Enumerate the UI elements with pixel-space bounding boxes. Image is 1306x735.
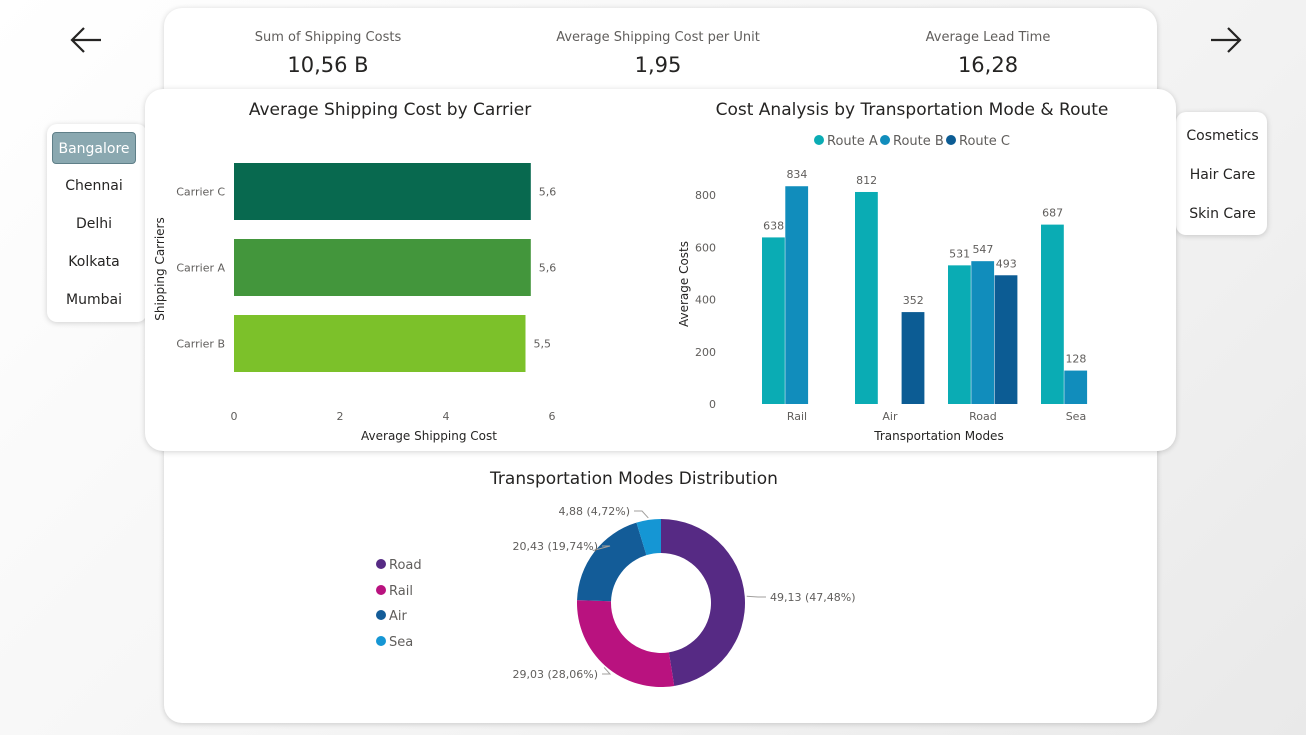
legend-label: Road: [389, 558, 422, 573]
data-label: 128: [1065, 353, 1086, 366]
bar: [971, 261, 995, 404]
data-label: 493: [996, 257, 1017, 270]
slicer-item-bangalore[interactable]: Bangalore: [52, 132, 136, 164]
x-tick-label: 0: [231, 410, 238, 423]
route-bar-chart: Cost Analysis by Transportation Mode & R…: [677, 100, 1109, 443]
data-label: 834: [786, 168, 807, 181]
data-label: 5,5: [534, 338, 552, 351]
x-tick-label: Air: [882, 410, 898, 423]
y-tick-label: 600: [695, 241, 716, 254]
bar: [948, 265, 971, 404]
slicer-item-mumbai[interactable]: Mumbai: [52, 284, 136, 316]
y-tick-label: Carrier A: [176, 262, 225, 275]
location-slicer: Bangalore Chennai Delhi Kolkata Mumbai: [47, 124, 147, 322]
x-tick-label: Road: [969, 410, 997, 423]
bar: [1064, 370, 1088, 404]
transport-donut-chart: Transportation Modes Distribution 49,13 …: [376, 469, 856, 687]
data-label: 352: [903, 294, 924, 307]
legend-marker: [376, 585, 386, 595]
leader-line: [634, 510, 649, 519]
kpi-lead-time: Average Lead Time 16,28: [888, 16, 1088, 77]
donut-slice: [577, 522, 647, 602]
y-axis-label: Shipping Carriers: [153, 217, 167, 320]
back-button[interactable]: [69, 22, 105, 58]
kpi-value: 1,95: [634, 53, 682, 77]
bar: [1041, 224, 1064, 404]
leader-line: [746, 595, 766, 598]
x-tick-label: Rail: [787, 410, 807, 423]
legend-label: Rail: [389, 584, 413, 599]
slicer-item-skin-care[interactable]: Skin Care: [1176, 206, 1269, 222]
chart-title: Transportation Modes Distribution: [489, 469, 778, 489]
bar: [234, 163, 531, 220]
x-axis-label: Average Shipping Cost: [361, 429, 497, 443]
y-tick-label: 800: [695, 189, 716, 202]
x-axis-label: Transportation Modes: [873, 429, 1003, 443]
legend-label: Route C: [959, 134, 1010, 149]
legend-marker: [814, 135, 824, 145]
bar: [762, 237, 785, 404]
data-label: 5,6: [539, 262, 557, 275]
y-tick-label: 200: [695, 346, 716, 359]
arrow-right-icon: [1211, 27, 1242, 53]
slicer-item-delhi[interactable]: Delhi: [52, 208, 136, 240]
data-label: 49,13 (47,48%): [770, 591, 856, 604]
legend-label: Route B: [893, 134, 944, 149]
bar: [234, 315, 526, 372]
kpi-cost-per-unit: Average Shipping Cost per Unit 1,95: [538, 16, 778, 77]
y-tick-label: 400: [695, 294, 716, 307]
legend-marker: [880, 135, 890, 145]
bar: [855, 191, 878, 404]
x-tick-label: Sea: [1066, 410, 1087, 423]
slicer-item-chennai[interactable]: Chennai: [52, 170, 136, 202]
legend-marker: [376, 559, 386, 569]
x-tick-label: 2: [337, 410, 344, 423]
legend-marker: [946, 135, 956, 145]
x-tick-label: 6: [549, 410, 556, 423]
y-tick-label: Carrier B: [176, 338, 225, 351]
legend-marker: [376, 610, 386, 620]
kpi-label: Average Shipping Cost per Unit: [556, 30, 760, 45]
kpi-label: Average Lead Time: [925, 30, 1051, 45]
slicer-item-hair-care[interactable]: Hair Care: [1176, 167, 1269, 183]
legend-label: Sea: [389, 635, 413, 650]
kpi-value: 16,28: [957, 53, 1019, 77]
bar: [994, 275, 1018, 404]
legend-label: Route A: [827, 134, 878, 149]
data-label: 531: [949, 247, 970, 260]
data-label: 4,88 (4,72%): [558, 505, 630, 518]
data-label: 547: [972, 243, 993, 256]
chart-title: Average Shipping Cost by Carrier: [249, 100, 531, 120]
slicer-item-kolkata[interactable]: Kolkata: [52, 246, 136, 278]
kpi-label: Sum of Shipping Costs: [254, 30, 402, 45]
x-tick-label: 4: [443, 410, 450, 423]
arrow-left-icon: [70, 27, 101, 53]
data-label: 638: [763, 219, 784, 232]
data-label: 29,03 (28,06%): [512, 668, 598, 681]
y-tick-label: Carrier C: [176, 186, 225, 199]
charts-card: Average Shipping Cost by Carrier Average…: [145, 89, 1176, 451]
slicer-item-cosmetics[interactable]: Cosmetics: [1176, 128, 1269, 144]
bar: [901, 312, 925, 404]
data-label: 687: [1042, 207, 1063, 220]
y-axis-label: Average Costs: [677, 241, 691, 327]
category-slicer: Cosmetics Hair Care Skin Care: [1176, 112, 1267, 235]
kpi-value: 10,56 B: [287, 53, 369, 77]
carrier-bar-chart: Average Shipping Cost by Carrier Average…: [153, 100, 557, 443]
donut-slice: [661, 519, 745, 686]
bar: [785, 186, 809, 404]
y-tick-label: 0: [709, 398, 716, 411]
chart-title: Cost Analysis by Transportation Mode & R…: [716, 100, 1109, 120]
kpi-shipping-costs: Sum of Shipping Costs 10,56 B: [228, 16, 428, 77]
data-label: 20,43 (19,74%): [512, 540, 598, 553]
bar: [234, 239, 531, 296]
data-label: 5,6: [539, 186, 557, 199]
data-label: 812: [856, 174, 877, 187]
legend-label: Air: [389, 609, 408, 624]
legend-marker: [376, 636, 386, 646]
forward-button[interactable]: [1207, 22, 1243, 58]
